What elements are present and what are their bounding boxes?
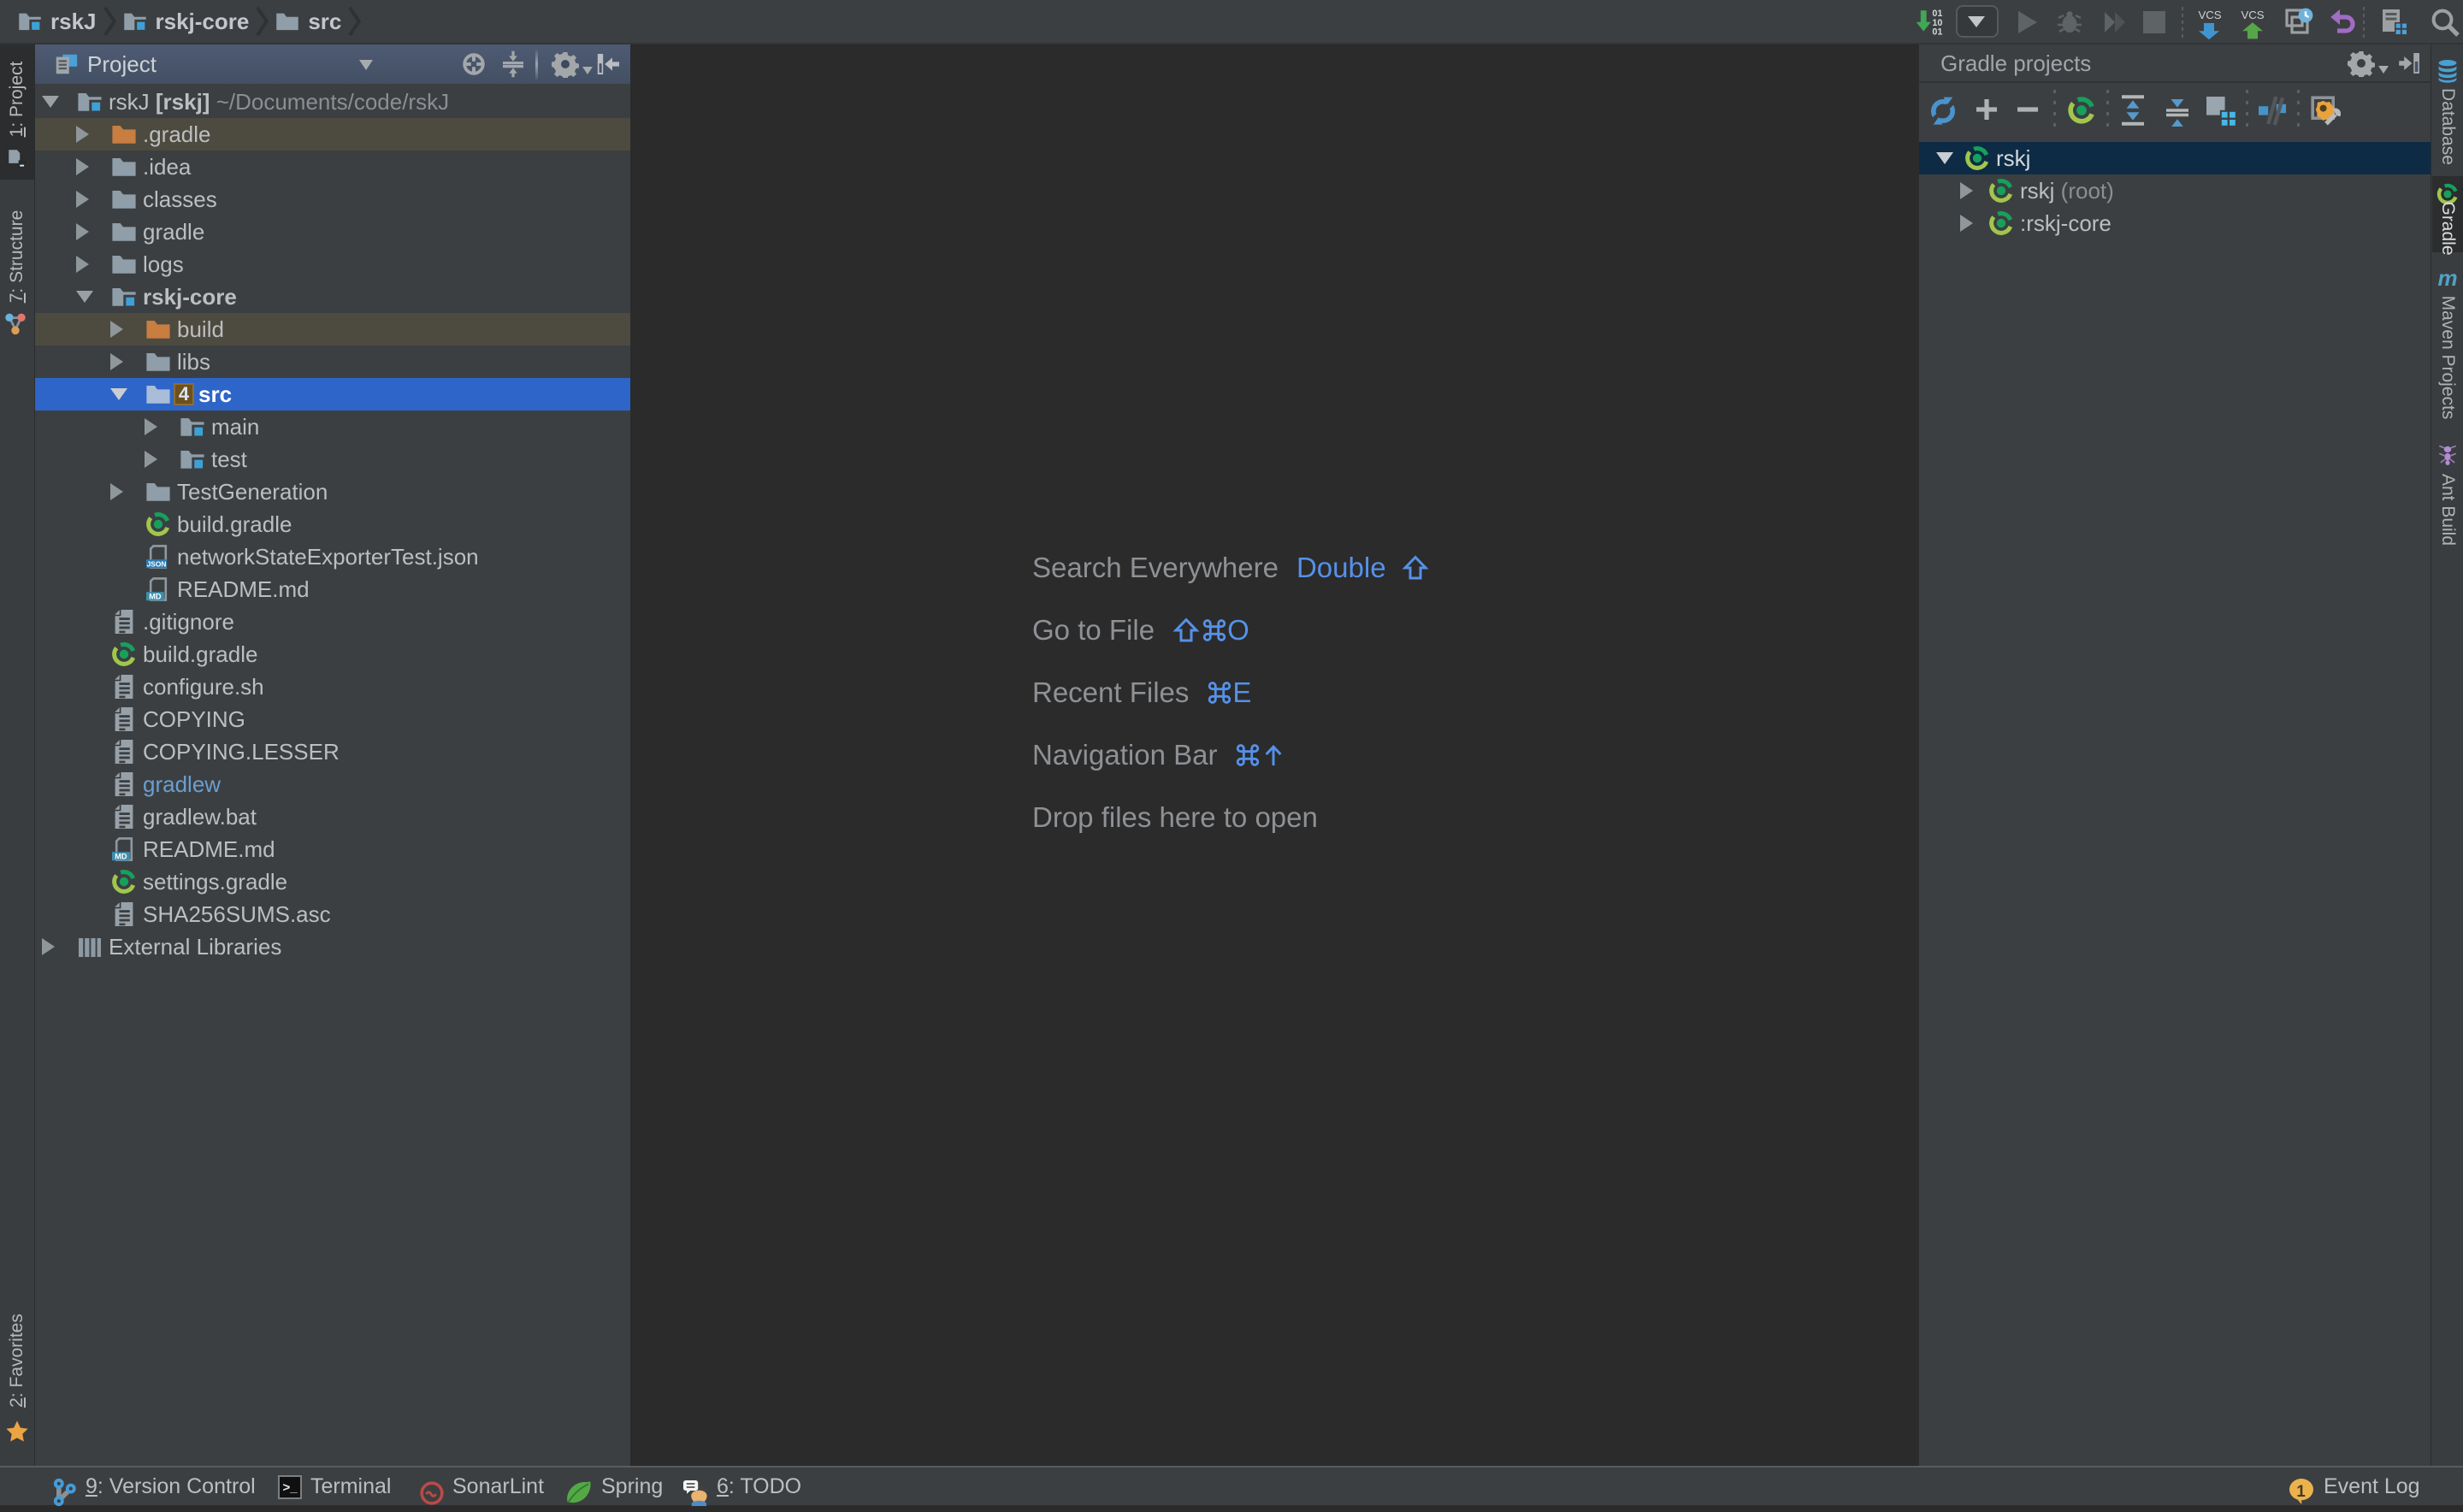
svg-text:VCS: VCS [2198,9,2221,21]
svg-text:m: m [2437,268,2457,290]
svg-text:VCS: VCS [2241,9,2264,21]
svg-text:01: 01 [1932,27,1942,38]
svg-text:1: 1 [2296,1483,2306,1501]
